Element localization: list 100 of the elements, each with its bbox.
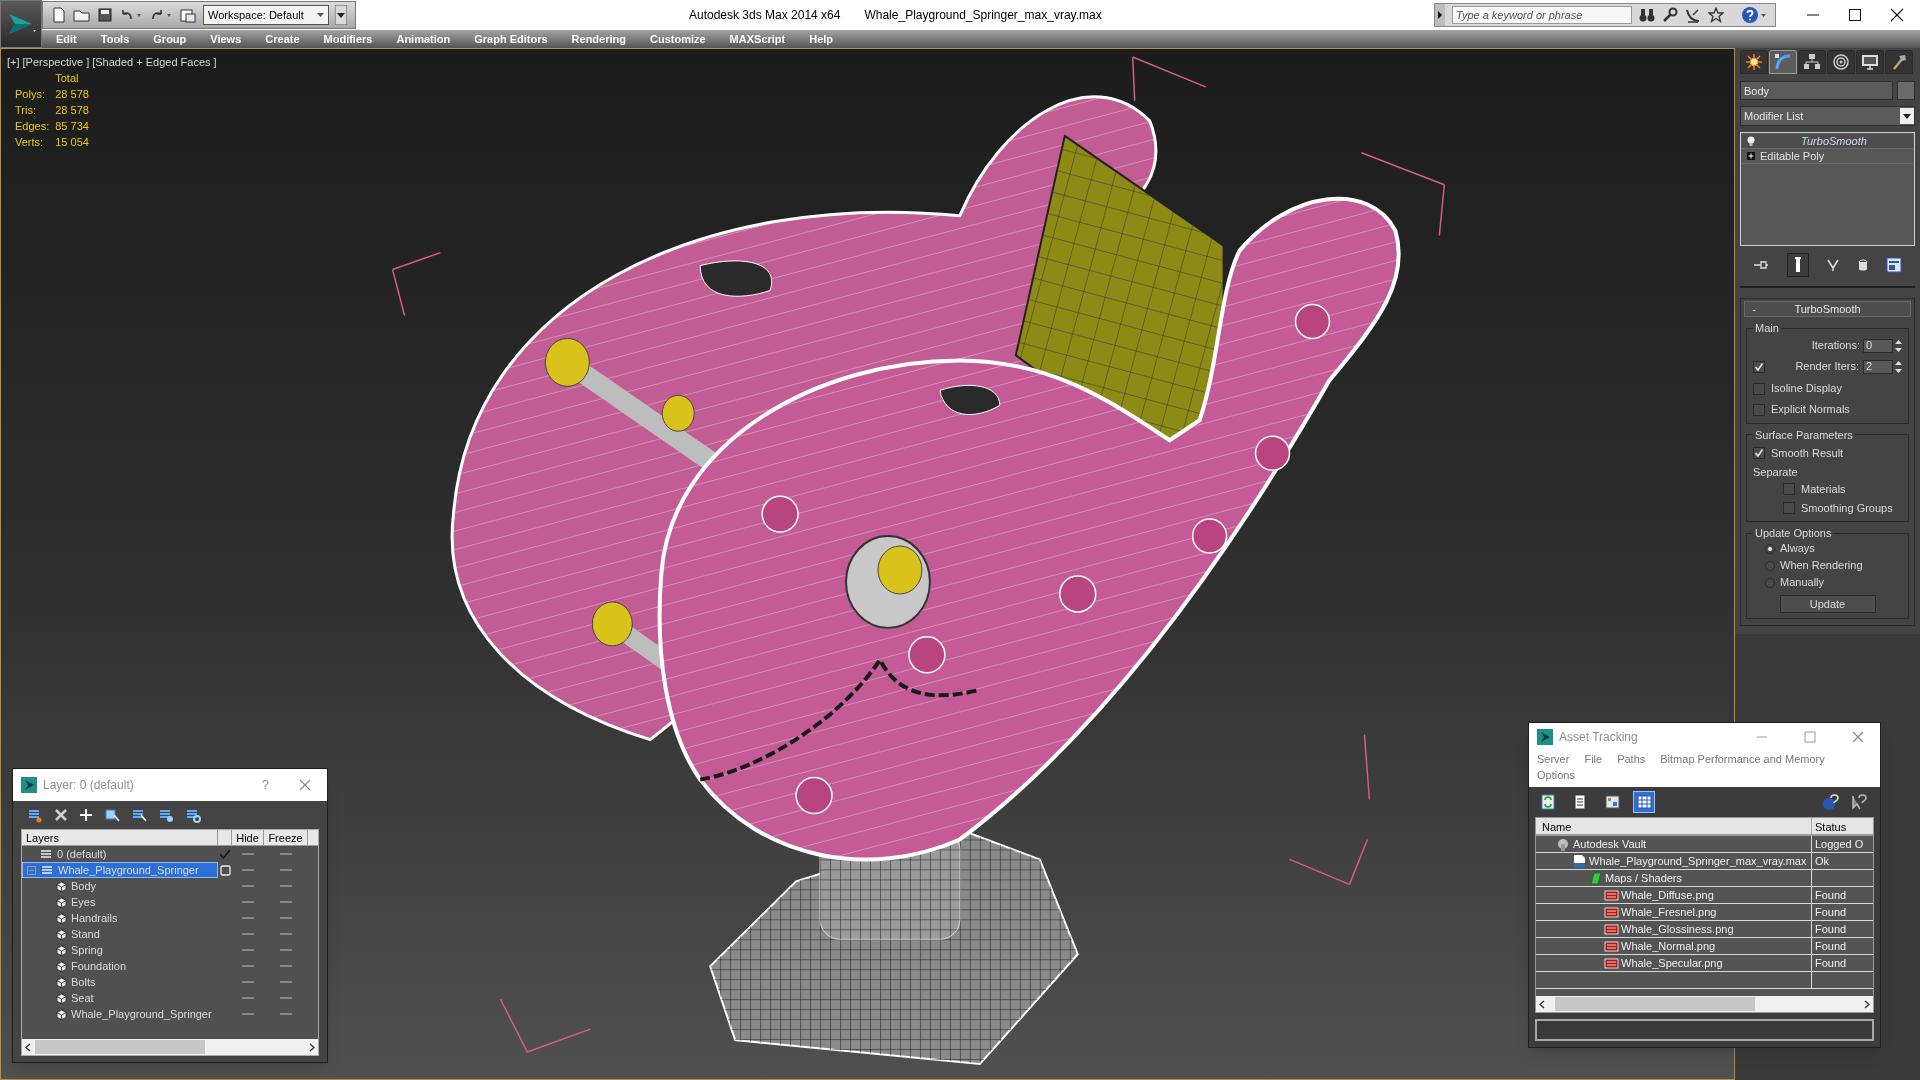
new-file-icon[interactable] — [51, 7, 67, 23]
fork-icon[interactable] — [1826, 258, 1841, 272]
checkbox[interactable] — [1753, 447, 1765, 459]
expand-icon[interactable] — [1747, 152, 1755, 160]
checkbox[interactable] — [1753, 360, 1765, 373]
tree-item[interactable]: Whale_Fresnel.png — [1536, 904, 1812, 920]
star-icon[interactable] — [1708, 7, 1724, 23]
close-icon[interactable] — [1890, 8, 1904, 22]
tree-item[interactable]: Autodesk Vault — [1536, 836, 1812, 852]
panel-tab[interactable] — [1740, 50, 1768, 74]
layers-gear-icon[interactable] — [185, 807, 201, 823]
object-item[interactable]: Spring — [22, 942, 218, 958]
new-layer-icon[interactable] — [27, 807, 43, 823]
modifier-list-dropdown[interactable]: Modifier List — [1740, 106, 1915, 126]
menu-item[interactable]: Tools — [88, 30, 142, 48]
layers-cursor-icon[interactable] — [131, 807, 147, 823]
object-item[interactable]: Seat — [22, 990, 218, 1006]
object-item[interactable]: Eyes — [22, 894, 218, 910]
radio-button[interactable] — [1765, 577, 1775, 588]
scroll-right-icon[interactable] — [309, 1042, 315, 1052]
menu-item[interactable]: Server — [1537, 751, 1570, 767]
menu-item[interactable]: Rendering — [559, 30, 638, 48]
scroll-left-icon[interactable] — [25, 1042, 31, 1052]
checkbox[interactable] — [1753, 403, 1765, 416]
help-button[interactable]: ? — [251, 775, 279, 795]
stack-item[interactable]: TurboSmooth — [1742, 134, 1913, 149]
menu-item[interactable]: Group — [141, 30, 199, 48]
horizontal-scrollbar[interactable] — [1536, 996, 1873, 1012]
cube-cursor-icon[interactable] — [104, 807, 120, 823]
pin-icon[interactable] — [1752, 259, 1769, 271]
menu-item[interactable]: Create — [253, 30, 312, 48]
object-item[interactable]: Stand — [22, 926, 218, 942]
scrollbar-thumb[interactable] — [35, 1040, 205, 1054]
panel-tab[interactable] — [1885, 50, 1913, 74]
key-icon[interactable] — [1662, 7, 1678, 23]
menu-item[interactable]: Paths — [1617, 751, 1646, 767]
panel-tab[interactable] — [1827, 50, 1855, 74]
object-name-field[interactable]: Body — [1740, 81, 1893, 100]
open-folder-icon[interactable] — [73, 7, 91, 23]
save-icon[interactable] — [97, 7, 113, 23]
satellite-dish-icon[interactable] — [1685, 7, 1701, 23]
number-field[interactable]: 0 — [1863, 338, 1893, 353]
tree-item[interactable]: Whale_Glossiness.png — [1536, 921, 1812, 937]
menu-item[interactable]: Edit — [44, 30, 89, 48]
column-header[interactable]: Hide — [232, 830, 264, 845]
object-item[interactable]: Whale_Playground_Springer — [22, 1006, 218, 1022]
scroll-left-icon[interactable] — [1539, 999, 1545, 1009]
search-field[interactable]: Type a keyword or phrase — [1452, 6, 1632, 24]
menu-item[interactable]: Customize — [638, 30, 718, 48]
delete-icon[interactable] — [54, 808, 68, 822]
column-header[interactable]: Layers — [22, 830, 218, 845]
radio-button[interactable] — [1765, 543, 1775, 554]
menu-item[interactable]: Animation — [384, 30, 463, 48]
can-icon[interactable] — [1858, 258, 1869, 272]
tree-item[interactable]: Whale_Specular.png — [1536, 955, 1812, 971]
update-button[interactable]: Update — [1779, 594, 1876, 613]
menu-item[interactable]: Modifiers — [311, 30, 385, 48]
layer-item[interactable]: 0 (default) — [22, 846, 218, 862]
maximize-icon[interactable] — [1848, 8, 1862, 22]
object-color-swatch[interactable] — [1897, 81, 1915, 100]
menu-item[interactable]: MAXScript — [717, 30, 798, 48]
panel-tab[interactable] — [1856, 50, 1884, 74]
spinner-arrows-icon[interactable] — [1895, 359, 1902, 374]
object-item[interactable]: Body — [22, 878, 218, 894]
scroll-right-icon[interactable] — [1864, 999, 1870, 1009]
layers-bulb-icon[interactable] — [158, 807, 174, 823]
checkbox[interactable] — [1783, 502, 1795, 514]
configure-icon[interactable] — [1886, 257, 1903, 273]
project-folder-icon[interactable] — [179, 7, 197, 23]
help-cursor-icon[interactable] — [1850, 793, 1868, 811]
checkmark-icon[interactable] — [219, 849, 231, 859]
menu-item[interactable]: File — [1584, 751, 1603, 767]
menu-item[interactable]: Graph Editors — [462, 30, 560, 48]
object-item[interactable]: Bolts — [22, 974, 218, 990]
application-menu-button[interactable] — [0, 0, 42, 48]
spinner-arrows-icon[interactable] — [1895, 338, 1902, 353]
panel-tab[interactable] — [1798, 50, 1826, 74]
plus-icon[interactable] — [79, 808, 93, 822]
collapse-toggle[interactable]: - — [1749, 300, 1759, 318]
stack-item[interactable]: Editable Poly — [1742, 149, 1913, 164]
viewport-menu-label[interactable]: [Perspective ] — [22, 54, 90, 71]
checkbox[interactable] — [1753, 382, 1765, 395]
current-layer-box-icon[interactable] — [219, 864, 231, 876]
column-header[interactable]: Freeze — [264, 830, 308, 845]
show-end-result-button[interactable] — [1786, 253, 1809, 277]
binoculars-icon[interactable] — [1639, 7, 1655, 23]
viewport-menu-label[interactable]: [Shaded + Edged Faces ] — [92, 54, 217, 71]
object-item[interactable]: Handrails — [22, 910, 218, 926]
tree-item[interactable]: Whale_Normal.png — [1536, 938, 1812, 954]
help-globe-icon[interactable] — [1822, 793, 1840, 811]
menu-item[interactable]: Help — [797, 30, 846, 48]
workspace-dropdown[interactable]: Workspace: Default — [203, 5, 329, 25]
column-header[interactable]: Name — [1536, 818, 1812, 834]
checkbox[interactable] — [1783, 483, 1795, 495]
column-header[interactable]: Status — [1812, 818, 1873, 834]
tree-item[interactable]: Whale_Playground_Springer_max_vray.max — [1536, 853, 1812, 869]
radio-button[interactable] — [1765, 560, 1775, 571]
help-icon[interactable] — [1741, 6, 1767, 24]
horizontal-scrollbar[interactable] — [22, 1039, 318, 1055]
rollout-header[interactable]: - TurboSmooth — [1744, 301, 1911, 317]
